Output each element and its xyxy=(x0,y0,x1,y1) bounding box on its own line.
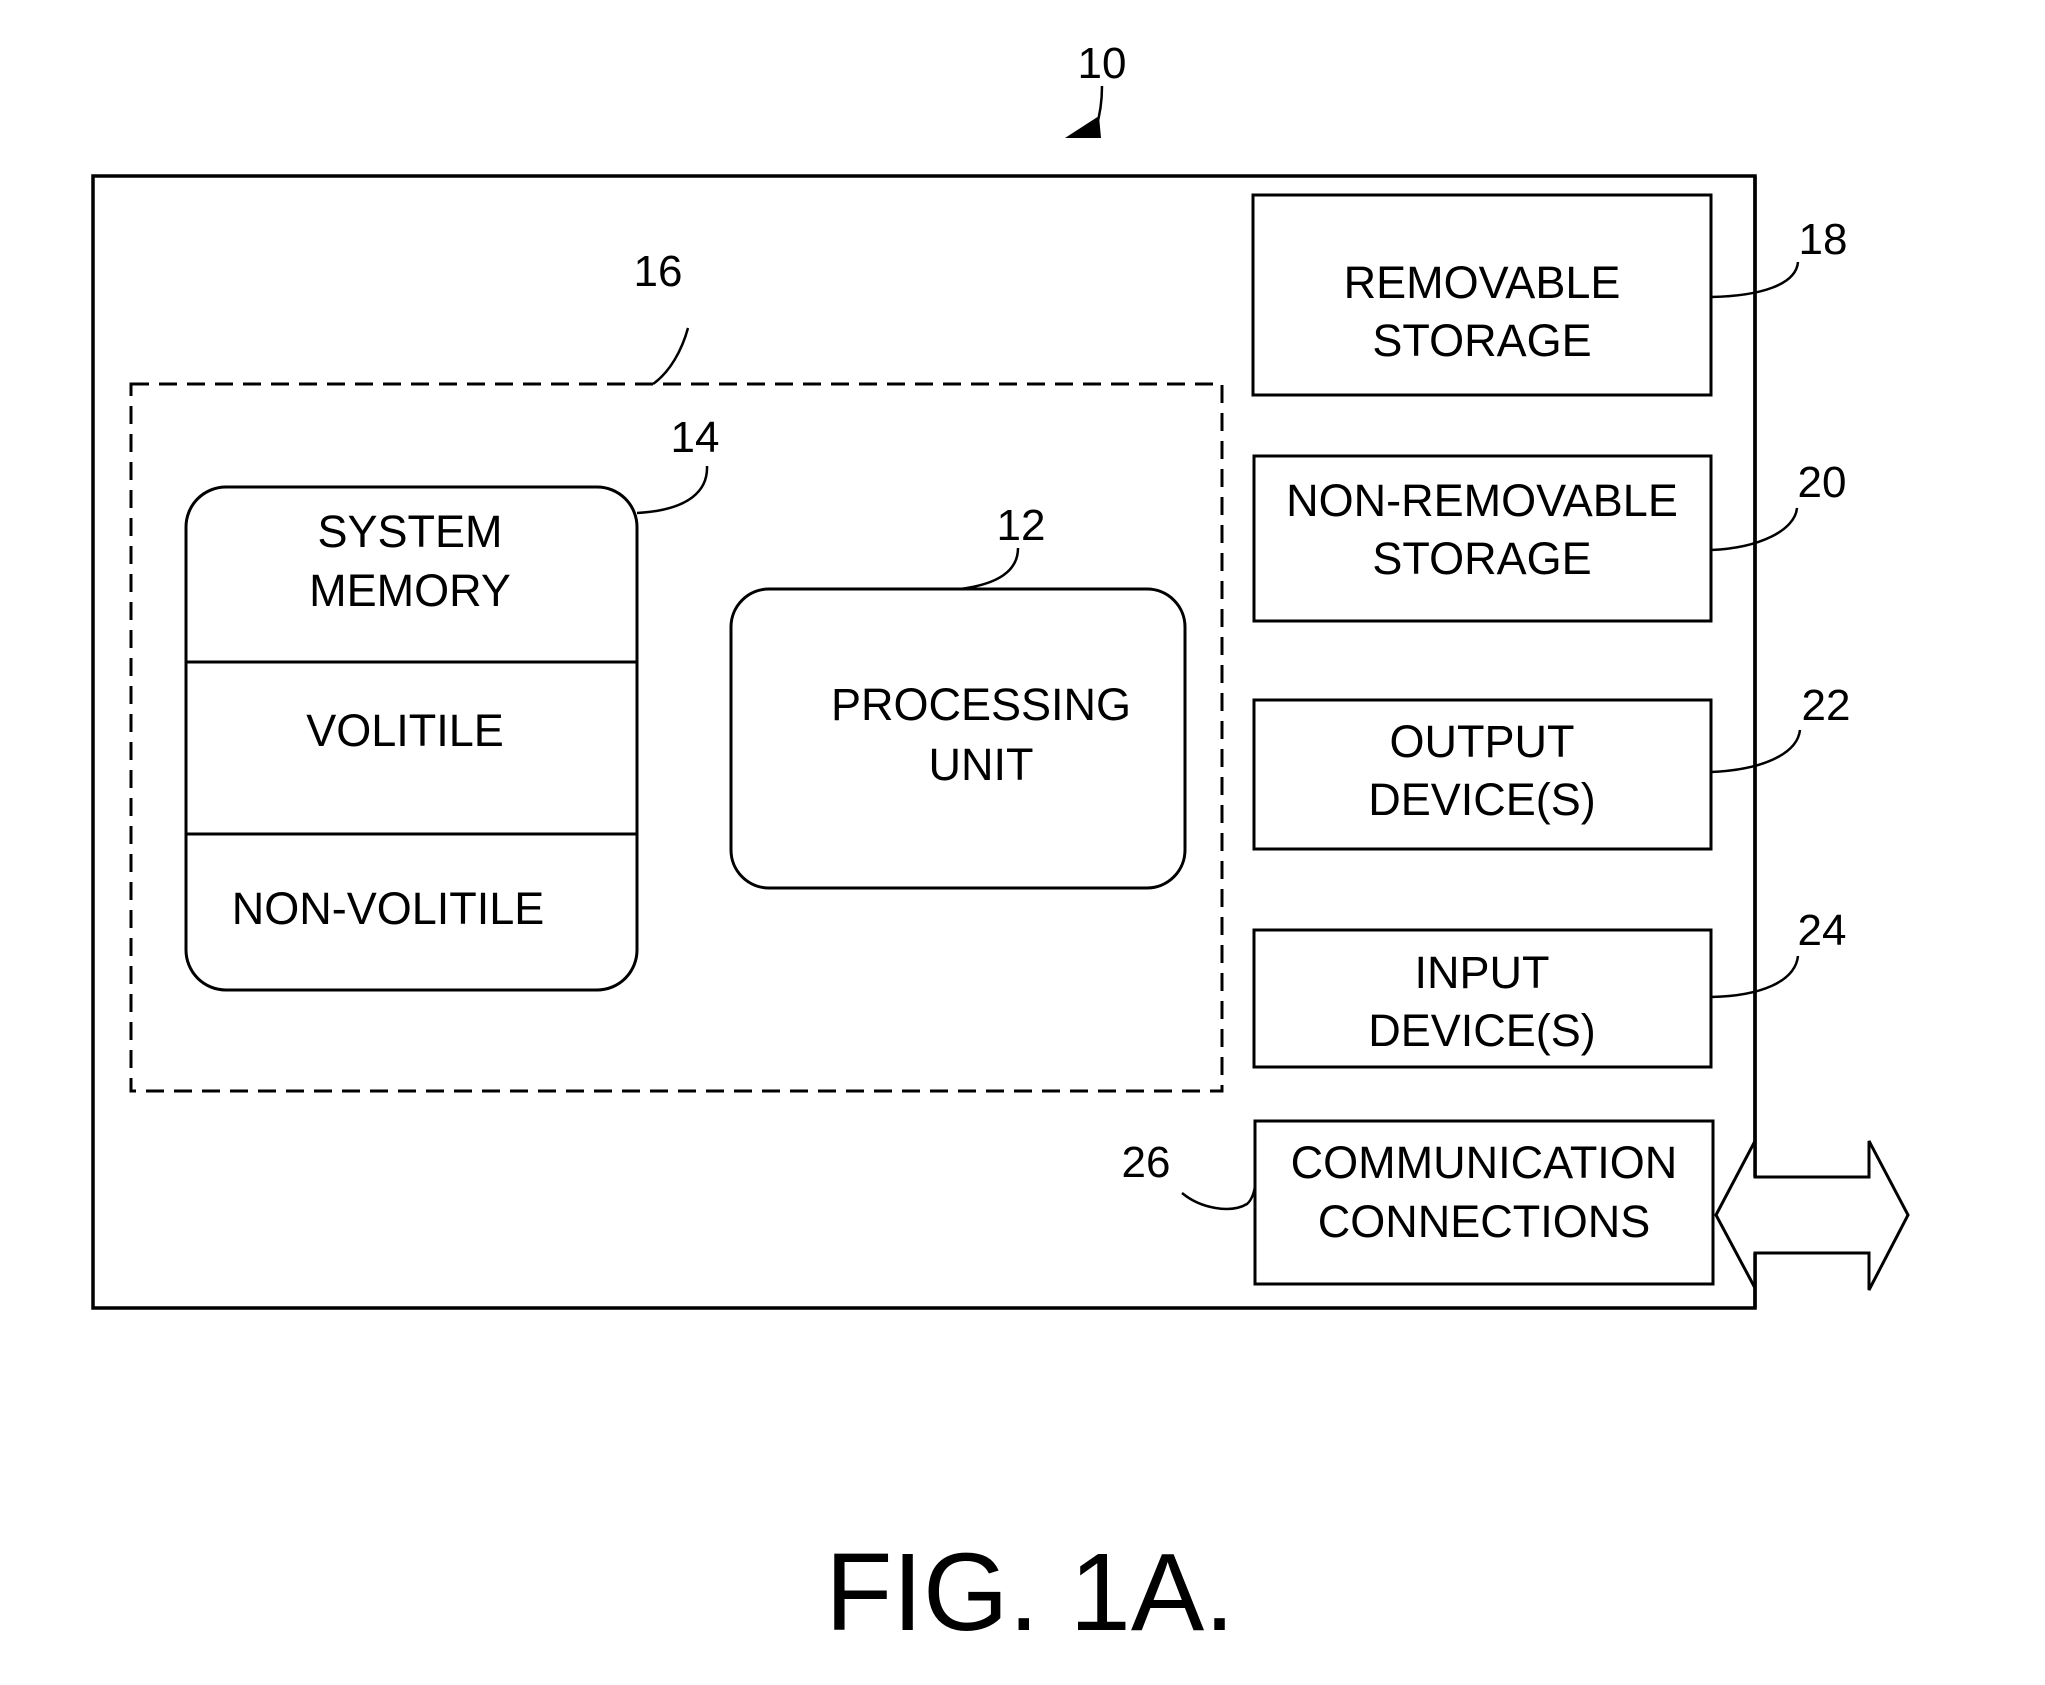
ref-label-12: 12 xyxy=(997,501,1046,550)
non-removable-storage-block: NON-REMOVABLE STORAGE xyxy=(1252,454,1713,623)
output-devices-block: OUTPUT DEVICE(S) xyxy=(1252,698,1713,851)
processing-unit-block: PROCESSING UNIT xyxy=(729,587,1187,890)
volatile-memory-label: VOLITILE xyxy=(306,705,504,756)
output-devices-line2: DEVICE(S) xyxy=(1368,774,1596,825)
system-memory-title-line2: MEMORY xyxy=(309,565,511,616)
arrowhead-icon xyxy=(1065,116,1101,138)
ref-leader-12 xyxy=(959,547,1020,591)
ref-leader-26 xyxy=(1181,1183,1257,1211)
removable-storage-block: REMOVABLE STORAGE xyxy=(1251,193,1713,397)
removable-storage-line2: STORAGE xyxy=(1372,315,1591,366)
ref-label-18: 18 xyxy=(1799,215,1848,264)
ref-label-22: 22 xyxy=(1802,681,1851,730)
diagram-canvas: 10 16 SYSTEM MEMORY VOLITILE NON-VOLITIL… xyxy=(91,39,1910,1654)
ref-label-26: 26 xyxy=(1122,1138,1171,1187)
ref-label-14: 14 xyxy=(671,413,720,462)
bidirectional-arrow-icon xyxy=(1714,1140,1910,1291)
ref-leader-16 xyxy=(652,327,690,386)
non-removable-storage-line1: NON-REMOVABLE xyxy=(1286,475,1678,526)
system-memory-block: SYSTEM MEMORY VOLITILE NON-VOLITILE xyxy=(184,485,639,992)
ref-label-24: 24 xyxy=(1798,906,1847,955)
processing-unit-line1: PROCESSING xyxy=(831,679,1131,730)
removable-storage-line1: REMOVABLE xyxy=(1344,257,1621,308)
ref-label-20: 20 xyxy=(1798,458,1847,507)
output-devices-line1: OUTPUT xyxy=(1390,716,1575,767)
figure-caption: FIG. 1A. xyxy=(825,1531,1235,1654)
system-memory-title-line1: SYSTEM xyxy=(317,506,502,557)
ref-leader-14 xyxy=(636,465,709,515)
communication-connections-line1: COMMUNICATION xyxy=(1291,1137,1678,1188)
non-volatile-memory-label: NON-VOLITILE xyxy=(232,883,545,934)
communication-connections-line2: CONNECTIONS xyxy=(1318,1196,1651,1247)
ref-label-16: 16 xyxy=(634,247,683,296)
ref-label-10: 10 xyxy=(1078,39,1127,88)
input-devices-block: INPUT DEVICE(S) xyxy=(1252,928,1713,1069)
input-devices-line2: DEVICE(S) xyxy=(1368,1005,1596,1056)
non-removable-storage-line2: STORAGE xyxy=(1372,533,1591,584)
input-devices-line1: INPUT xyxy=(1415,947,1550,998)
processing-unit-line2: UNIT xyxy=(929,739,1034,790)
communication-connections-block: COMMUNICATION CONNECTIONS xyxy=(1253,1119,1715,1286)
